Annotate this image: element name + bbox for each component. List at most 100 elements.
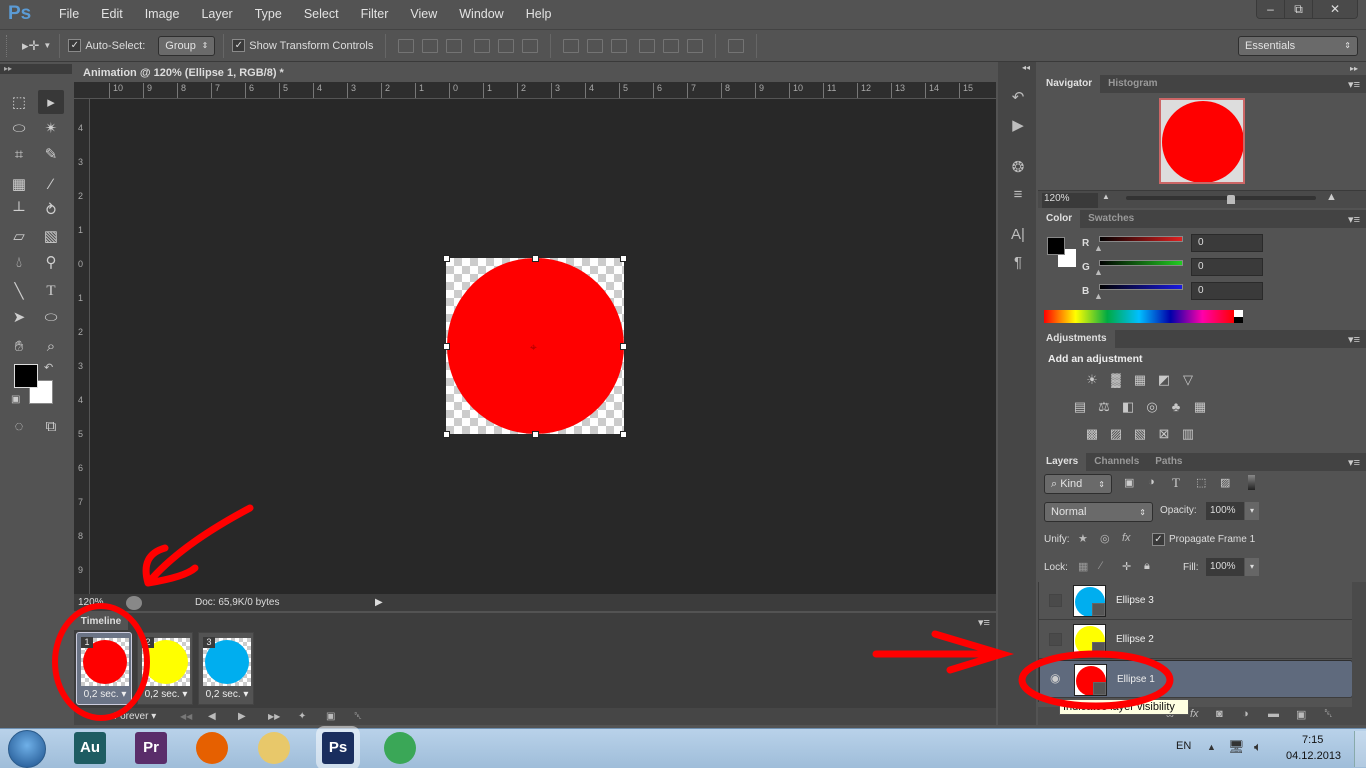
next-frame-icon[interactable]: ▶▶	[268, 712, 298, 721]
add-mask-icon[interactable]: ◙	[1216, 708, 1223, 720]
first-frame-icon[interactable]: ◀◀	[180, 712, 208, 721]
layer-row[interactable]: Ellipse 2	[1039, 621, 1353, 659]
menu-file[interactable]: File	[48, 7, 90, 21]
channel-slider-thumb[interactable]: ▲	[1094, 243, 1103, 253]
invert-icon[interactable]: ▩	[1084, 426, 1100, 441]
gradient-map-icon[interactable]: ▥	[1180, 426, 1196, 441]
delete-frame-icon[interactable]: ␡	[354, 711, 382, 722]
type-tool-icon[interactable]: T	[38, 279, 64, 303]
move-tool-icon[interactable]: ▸	[38, 90, 64, 114]
show-transform-checkbox[interactable]: ✓	[232, 39, 246, 52]
channel-slider-thumb[interactable]: ▲	[1094, 267, 1103, 277]
color-balance-icon[interactable]: ⚖	[1096, 399, 1112, 414]
menu-type[interactable]: Type	[244, 7, 293, 21]
unify-visibility-icon[interactable]: ◎	[1100, 532, 1110, 545]
black-white-icon[interactable]: ◧	[1120, 399, 1136, 414]
distribute-vcenter-icon[interactable]	[587, 38, 604, 53]
marquee-tool-icon[interactable]: ⬚	[6, 90, 32, 114]
brush-tool-icon[interactable]: ∕	[38, 172, 64, 196]
curves-icon[interactable]: ▦	[1132, 372, 1148, 387]
navigator-preview[interactable]	[1159, 98, 1245, 184]
tools-panel-collapse[interactable]: ▸▸	[0, 64, 72, 74]
layer-name[interactable]: Ellipse 1	[1117, 674, 1155, 685]
layer-name[interactable]: Ellipse 2	[1116, 634, 1154, 645]
vibrance-icon[interactable]: ▽	[1180, 372, 1196, 387]
zoom-out-icon[interactable]: ▲	[1102, 192, 1110, 201]
paragraph-panel-icon[interactable]: ¶	[1007, 254, 1029, 274]
clock-date[interactable]: 04.12.2013	[1286, 750, 1341, 762]
character-panel-icon[interactable]: A|	[1007, 226, 1029, 246]
exposure-icon[interactable]: ◩	[1156, 372, 1172, 387]
channel-value-input[interactable]: 0	[1191, 282, 1263, 300]
navigator-zoom-value[interactable]: 120%	[1042, 193, 1098, 208]
horizontal-ruler[interactable]: 10 9 8 7 6 5 4 3 2 1 0 1 2 3 4 5 6 7 8 9 10 11 12 13 14 15	[74, 82, 996, 99]
swap-colors-icon[interactable]: ↶	[44, 361, 53, 374]
brightness-contrast-icon[interactable]: ☀	[1084, 372, 1100, 387]
navigator-zoom-slider[interactable]	[1126, 196, 1316, 200]
taskbar-audition-icon[interactable]: Au	[74, 732, 106, 764]
layer-style-icon[interactable]: fx	[1190, 708, 1199, 720]
lock-pixels-icon[interactable]: ∕	[1100, 560, 1102, 572]
spectrum-black[interactable]	[1234, 317, 1243, 323]
transform-handle-tr[interactable]	[620, 255, 627, 262]
tab-color[interactable]: Color	[1038, 210, 1081, 228]
transform-handle-l[interactable]	[443, 343, 450, 350]
frame-delay-select[interactable]: 0,2 sec. ▾	[138, 689, 194, 700]
filter-adjustment-icon[interactable]: ◑	[1148, 476, 1155, 488]
tab-navigator[interactable]: Navigator	[1038, 75, 1101, 93]
minimize-button[interactable]: –	[1257, 0, 1285, 18]
status-share-icon[interactable]	[126, 595, 142, 610]
ellipse-tool-icon[interactable]: ⬭	[38, 305, 64, 329]
history-brush-tool-icon[interactable]: ⥁	[38, 198, 64, 222]
transform-handle-r[interactable]	[620, 343, 627, 350]
brush-panel-icon[interactable]: ≡	[1007, 186, 1029, 206]
taskbar-chrome-icon[interactable]	[384, 732, 416, 764]
start-button[interactable]	[8, 730, 46, 768]
menu-select[interactable]: Select	[293, 7, 350, 21]
zoom-tool-icon[interactable]: ⌕	[38, 334, 64, 358]
network-icon[interactable]: 🖥︎	[1228, 739, 1245, 755]
crop-tool-icon[interactable]: ⌗	[6, 142, 32, 166]
menu-help[interactable]: Help	[515, 7, 563, 21]
distribute-right-icon[interactable]	[687, 38, 704, 53]
status-menu-arrow-icon[interactable]: ▶	[375, 597, 383, 608]
new-group-icon[interactable]: ▬	[1268, 708, 1279, 720]
layers-menu-icon[interactable]: ▾≡	[1348, 456, 1360, 469]
navigator-menu-icon[interactable]: ▾≡	[1348, 78, 1360, 91]
eraser-tool-icon[interactable]: ▱	[6, 224, 32, 248]
channel-slider-track[interactable]	[1099, 260, 1183, 266]
visibility-toggle[interactable]	[1049, 594, 1062, 607]
color-lookup-icon[interactable]: ▦	[1192, 399, 1208, 414]
align-bottom-icon[interactable]	[446, 38, 463, 53]
fill-dropdown-icon[interactable]: ▾	[1245, 558, 1259, 576]
move-tool-icon[interactable]: ▸✛	[22, 38, 39, 54]
threshold-icon[interactable]: ▧	[1132, 426, 1148, 441]
options-grip[interactable]	[6, 34, 10, 57]
hue-saturation-icon[interactable]: ▤	[1072, 399, 1088, 414]
blur-tool-icon[interactable]: 💧︎	[6, 250, 32, 274]
distribute-hcenter-icon[interactable]	[663, 38, 680, 53]
propagate-frame-checkbox[interactable]: ✓	[1152, 533, 1165, 546]
healing-brush-tool-icon[interactable]: ▦	[6, 172, 32, 196]
auto-align-layers-icon[interactable]	[728, 38, 745, 53]
posterize-icon[interactable]: ▨	[1108, 426, 1124, 441]
path-selection-tool-icon[interactable]: ➤	[6, 305, 32, 329]
tab-adjustments[interactable]: Adjustments	[1038, 330, 1115, 348]
magic-wand-tool-icon[interactable]: ✴	[38, 116, 64, 140]
transform-handle-bl[interactable]	[443, 431, 450, 438]
levels-icon[interactable]: ▓	[1108, 372, 1124, 387]
filter-shape-icon[interactable]: ⬚	[1196, 476, 1206, 489]
distribute-top-icon[interactable]	[563, 38, 580, 53]
opacity-dropdown-icon[interactable]: ▾	[1245, 502, 1259, 520]
align-left-icon[interactable]	[474, 38, 491, 53]
align-right-icon[interactable]	[522, 38, 539, 53]
layer-filter-select[interactable]: ⌕ Kind ⇕	[1044, 474, 1112, 494]
screen-mode-icon[interactable]: ⧉	[38, 414, 64, 438]
navigator-zoom-thumb[interactable]	[1226, 195, 1235, 204]
frame-delay-select[interactable]: 0,2 sec. ▾	[77, 689, 133, 700]
actions-panel-icon[interactable]: ▶	[1007, 116, 1029, 136]
layer-row[interactable]: ◉ Ellipse 1	[1039, 660, 1353, 698]
menu-window[interactable]: Window	[448, 7, 514, 21]
language-indicator[interactable]: EN	[1176, 740, 1191, 752]
menu-layer[interactable]: Layer	[190, 7, 243, 21]
